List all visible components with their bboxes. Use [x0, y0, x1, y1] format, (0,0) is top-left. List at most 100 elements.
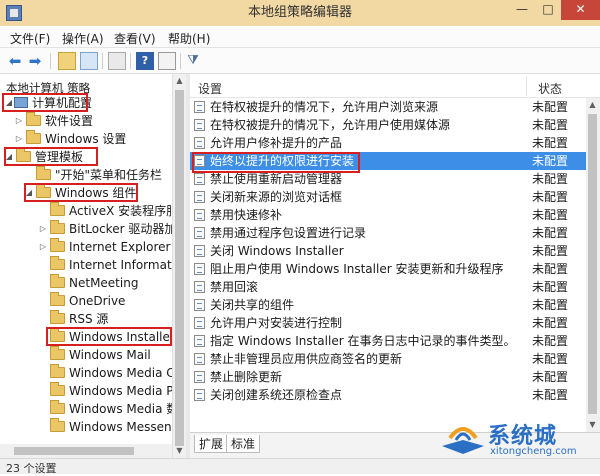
policy-setting-icon — [194, 227, 205, 239]
tree-item-bitlocker[interactable]: ▷ BitLocker 驱动器加密 — [38, 220, 186, 238]
tree-item-netmeeting[interactable]: NetMeeting — [38, 274, 138, 292]
list-item[interactable]: 允许用户修补提升的产品 未配置 — [190, 134, 586, 152]
tree-item-label: Windows Messenger — [69, 420, 186, 434]
tree-item-internet-explorer[interactable]: ▷ Internet Explorer — [38, 238, 170, 256]
help-icon[interactable]: ? — [136, 52, 154, 70]
tree-item-media-drm[interactable]: Windows Media 数字权限管理 — [38, 400, 186, 418]
setting-state: 未配置 — [532, 352, 569, 366]
tree-item-label: ActiveX 安装程序服务 — [69, 204, 186, 218]
highlight-box-computer-config — [2, 93, 88, 112]
setting-state: 未配置 — [532, 280, 569, 294]
setting-state: 未配置 — [532, 154, 569, 168]
list-item[interactable]: 禁用快速修补 未配置 — [190, 206, 586, 224]
tree-item-label: NetMeeting — [69, 276, 139, 290]
close-button[interactable]: ✕ — [561, 0, 600, 20]
setting-name: 禁止删除更新 — [210, 370, 283, 384]
menu-help[interactable]: 帮助(H) — [168, 30, 210, 47]
list-item[interactable]: 关闭新来源的浏览对话框 未配置 — [190, 188, 586, 206]
properties-icon[interactable] — [158, 52, 176, 70]
column-divider[interactable] — [526, 76, 527, 96]
list-item[interactable]: 禁止删除更新 未配置 — [190, 368, 586, 386]
collapsed-arrow-icon[interactable]: ▷ — [38, 220, 48, 238]
list-item[interactable]: 关闭共享的组件 未配置 — [190, 296, 586, 314]
list-item[interactable]: 关闭 Windows Installer 未配置 — [190, 242, 586, 260]
forward-arrow-icon[interactable]: ➡ — [26, 52, 44, 70]
policy-setting-icon — [194, 389, 205, 401]
folder-icon — [50, 346, 65, 360]
menu-action[interactable]: 操作(A) — [62, 30, 104, 47]
setting-state: 未配置 — [532, 136, 569, 150]
policy-setting-icon — [194, 353, 205, 365]
folder-icon — [36, 166, 51, 180]
list-item[interactable]: 禁用回滚 未配置 — [190, 278, 586, 296]
tree-item-label: "开始"菜单和任务栏 — [55, 168, 163, 182]
scroll-up-icon[interactable]: ▲ — [586, 98, 599, 112]
tree-item-media-player[interactable]: Windows Media Player — [38, 382, 186, 400]
list-item[interactable]: 阻止用户使用 Windows Installer 安装更新和升级程序 未配置 — [190, 260, 586, 278]
tree-item-messenger[interactable]: Windows Messenger — [38, 418, 186, 436]
menu-bar: 文件(F) 操作(A) 查看(V) 帮助(H) — [0, 26, 600, 48]
show-tree-icon[interactable] — [80, 52, 98, 70]
tab-standard[interactable]: 标准 — [226, 435, 261, 453]
tab-extended[interactable]: 扩展 — [194, 435, 229, 453]
export-list-icon[interactable] — [108, 52, 126, 70]
setting-name: 允许用户对安装进行控制 — [210, 316, 343, 330]
setting-state: 未配置 — [532, 388, 569, 402]
folder-icon — [50, 256, 65, 270]
collapsed-arrow-icon[interactable]: ▷ — [38, 238, 48, 256]
policy-setting-icon — [194, 263, 205, 275]
tree-vertical-scrollbar[interactable]: ▲ ▼ — [172, 74, 186, 458]
folder-icon — [26, 112, 41, 126]
tree-item-media-center[interactable]: Windows Media Center — [38, 364, 186, 382]
tree-item-label: Windows Mail — [69, 348, 151, 362]
list-item[interactable]: 在特权被提升的情况下，允许用户使用媒体源 未配置 — [190, 116, 586, 134]
filter-icon[interactable]: ⧩ — [184, 52, 202, 70]
list-item[interactable]: 指定 Windows Installer 在事务日志中记录的事件类型。 未配置 — [190, 332, 586, 350]
list-item[interactable]: 禁止非管理员应用供应商签名的更新 未配置 — [190, 350, 586, 368]
tree-item-activex[interactable]: ActiveX 安装程序服务 — [38, 202, 186, 220]
policy-setting-icon — [194, 371, 205, 383]
tree-item-iis[interactable]: Internet Information Services — [38, 256, 186, 274]
back-arrow-icon[interactable]: ⬅ — [6, 52, 24, 70]
tree-item-start-menu[interactable]: "开始"菜单和任务栏 — [24, 166, 162, 184]
scroll-down-icon[interactable]: ▼ — [586, 418, 599, 432]
tree-item-label: Windows Media Player — [69, 384, 186, 398]
setting-name: 允许用户修补提升的产品 — [210, 136, 343, 150]
menu-file[interactable]: 文件(F) — [10, 30, 50, 47]
menu-view[interactable]: 查看(V) — [114, 30, 156, 47]
scroll-thumb[interactable] — [588, 114, 597, 414]
tree-item-software-settings[interactable]: ▷ 软件设置 — [14, 112, 93, 130]
tree-horizontal-scrollbar[interactable] — [0, 444, 172, 458]
setting-state: 未配置 — [532, 190, 569, 204]
setting-name: 在特权被提升的情况下，允许用户浏览来源 — [210, 100, 439, 114]
tree-item-onedrive[interactable]: OneDrive — [38, 292, 125, 310]
scroll-thumb[interactable] — [14, 447, 134, 455]
folder-icon — [50, 292, 65, 306]
scroll-up-icon[interactable]: ▲ — [173, 74, 186, 88]
column-state[interactable]: 状态 — [538, 80, 562, 97]
collapsed-arrow-icon[interactable]: ▷ — [14, 130, 24, 148]
list-item[interactable]: 禁用通过程序包设置进行记录 未配置 — [190, 224, 586, 242]
toolbar-separator — [130, 53, 131, 69]
list-vertical-scrollbar[interactable]: ▲ ▼ — [586, 98, 600, 432]
list-column-header: 设置 状态 — [190, 74, 600, 98]
folder-icon — [50, 310, 65, 324]
column-setting[interactable]: 设置 — [198, 80, 222, 97]
tree-item-windows-settings[interactable]: ▷ Windows 设置 — [14, 130, 126, 148]
highlight-box-windows-installer — [46, 327, 172, 346]
folder-icon — [50, 364, 65, 378]
setting-name: 关闭新来源的浏览对话框 — [210, 190, 343, 204]
setting-name: 关闭创建系统还原检查点 — [210, 388, 343, 402]
scroll-thumb[interactable] — [175, 90, 184, 446]
up-folder-icon[interactable] — [58, 52, 76, 70]
minimize-button[interactable]: — — [509, 0, 535, 20]
toolbar: ⬅ ➡ ? ⧩ — [0, 48, 600, 74]
maximize-button[interactable]: □ — [535, 0, 561, 20]
list-item[interactable]: 在特权被提升的情况下，允许用户浏览来源 未配置 — [190, 98, 586, 116]
tree-item-rss[interactable]: RSS 源 — [38, 310, 108, 328]
scroll-down-icon[interactable]: ▼ — [173, 444, 186, 458]
list-item[interactable]: 关闭创建系统还原检查点 未配置 — [190, 386, 586, 404]
collapsed-arrow-icon[interactable]: ▷ — [14, 112, 24, 130]
tree-item-windows-mail[interactable]: Windows Mail — [38, 346, 151, 364]
list-item[interactable]: 允许用户对安装进行控制 未配置 — [190, 314, 586, 332]
